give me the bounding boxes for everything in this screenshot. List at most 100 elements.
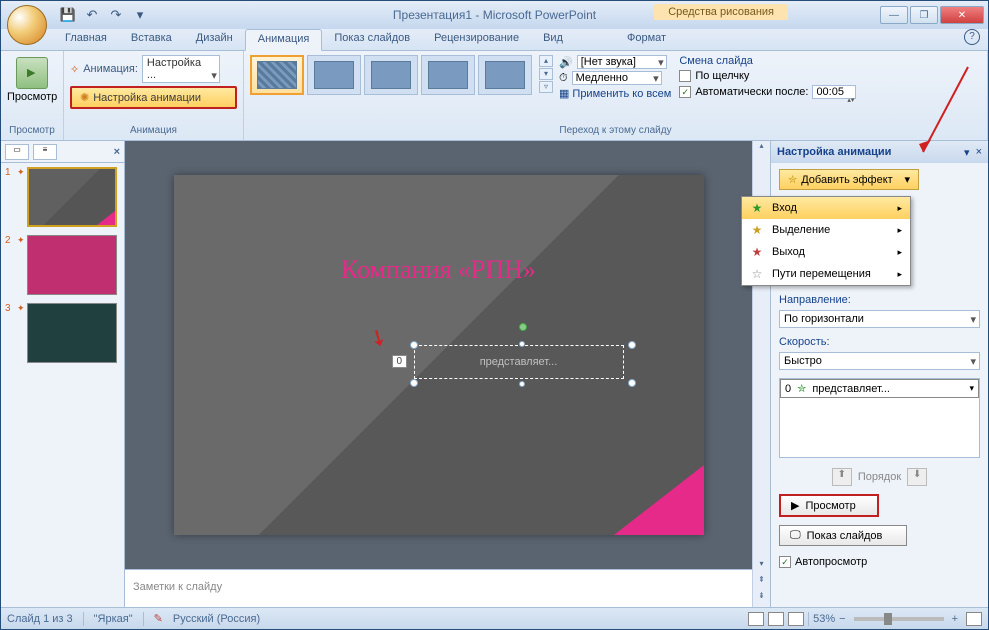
direction-combo[interactable]: По горизонтали (779, 310, 980, 328)
slide-thumbnail[interactable] (27, 167, 117, 227)
tab-review[interactable]: Рецензирование (422, 29, 531, 50)
selection-handle[interactable] (628, 379, 636, 387)
auto-after-time[interactable]: 00:05 (812, 85, 856, 99)
slide[interactable]: Компания «РПН» представляет... 0 ➘ (174, 175, 704, 535)
slide-title-text[interactable]: Компания «РПН» (174, 255, 704, 285)
add-effect-label: Добавить эффект (801, 174, 892, 186)
next-slide-icon[interactable]: ⇟ (753, 591, 770, 607)
move-down-button[interactable]: ⬇ (907, 468, 927, 486)
transition-item[interactable] (307, 55, 361, 95)
slideshow-view-icon[interactable] (788, 612, 804, 626)
slide-canvas[interactable]: Компания «РПН» представляет... 0 ➘ (125, 141, 752, 569)
sorter-view-icon[interactable] (768, 612, 784, 626)
menu-motion-paths[interactable]: ☆ Пути перемещения (742, 263, 910, 285)
custom-animation-button[interactable]: ✺ Настройка анимации (70, 86, 237, 109)
on-click-checkbox[interactable] (679, 70, 691, 82)
help-icon[interactable]: ? (964, 29, 980, 45)
slide-thumbnail[interactable] (27, 303, 117, 363)
thumbnail-row[interactable]: 1 ✦ (5, 167, 120, 227)
tab-format[interactable]: Формат (615, 29, 678, 50)
ribbon: Просмотр Просмотр ✧ Анимация: Настройка … (1, 51, 988, 141)
selection-handle[interactable] (519, 341, 525, 347)
animation-list-item[interactable]: 0 ✮ представляет... (780, 379, 979, 398)
gallery-more-icon[interactable]: ▿ (539, 81, 553, 93)
thumbnail-row[interactable]: 3 ✦ (5, 303, 120, 363)
minimize-button[interactable]: — (880, 6, 908, 24)
animation-order-tag[interactable]: 0 (392, 355, 408, 368)
tab-animation[interactable]: Анимация (245, 29, 323, 51)
selection-handle[interactable] (410, 379, 418, 387)
selection-handle[interactable] (410, 341, 418, 349)
fit-window-icon[interactable] (966, 612, 982, 626)
move-up-button[interactable]: ⬆ (832, 468, 852, 486)
tab-view[interactable]: Вид (531, 29, 575, 50)
notes-pane[interactable]: Заметки к слайду (125, 569, 752, 607)
taskpane-dropdown-icon[interactable]: ▾ (964, 146, 970, 159)
order-label: Порядок (858, 471, 901, 483)
slides-pane-tabs: ▭ ≡ × (1, 141, 124, 163)
taskpane-close-icon[interactable]: × (976, 146, 982, 158)
gallery-down-icon[interactable]: ▾ (539, 68, 553, 80)
zoom-thumb[interactable] (884, 613, 892, 625)
auto-after-checkbox[interactable]: ✓ (679, 86, 691, 98)
animation-combo[interactable]: Настройка ... (142, 55, 220, 83)
anim-speed-combo[interactable]: Быстро (779, 352, 980, 370)
slide-thumbnail[interactable] (27, 235, 117, 295)
slideshow-button[interactable]: 🖵 Показ слайдов (779, 525, 907, 546)
thumbnail-row[interactable]: 2 ✦ (5, 235, 120, 295)
zoom-in-icon[interactable]: + (952, 613, 958, 625)
slide-editor: Компания «РПН» представляет... 0 ➘ (125, 141, 752, 607)
menu-emphasis[interactable]: ★ Выделение (742, 219, 910, 241)
selection-handle[interactable] (519, 381, 525, 387)
transition-item[interactable] (364, 55, 418, 95)
save-icon[interactable]: 💾 (57, 4, 79, 26)
language-label[interactable]: Русский (Россия) (173, 613, 260, 625)
menu-exit[interactable]: ★ Выход (742, 241, 910, 263)
scroll-up-icon[interactable]: ▴ (753, 141, 770, 157)
transition-speed-combo[interactable]: Медленно (572, 71, 662, 85)
redo-icon[interactable]: ↷ (105, 4, 127, 26)
scroll-down-icon[interactable]: ▾ (753, 559, 770, 575)
zoom-slider[interactable] (854, 617, 944, 621)
preview-button[interactable]: Просмотр (7, 55, 57, 103)
maximize-button[interactable]: ❐ (910, 6, 938, 24)
undo-icon[interactable]: ↶ (81, 4, 103, 26)
tab-slideshow[interactable]: Показ слайдов (322, 29, 422, 50)
autopreview-checkbox[interactable]: ✓ (779, 556, 791, 568)
menu-entrance[interactable]: ★ Вход (742, 197, 910, 219)
zoom-percent[interactable]: 53% (813, 613, 835, 625)
apply-all-label: Применить ко всем (572, 88, 671, 100)
apply-to-all-button[interactable]: ▦ Применить ко всем (559, 87, 671, 100)
animation-list[interactable]: 0 ✮ представляет... (779, 378, 980, 458)
normal-view-icon[interactable] (748, 612, 764, 626)
zoom-out-icon[interactable]: − (839, 613, 845, 625)
play-preview-label: Просмотр (805, 500, 855, 512)
sound-combo[interactable]: [Нет звука] (577, 55, 667, 69)
slides-pane-close-icon[interactable]: × (114, 146, 120, 158)
slides-tab-icon[interactable]: ▭ (5, 144, 29, 160)
transition-item[interactable] (421, 55, 475, 95)
gallery-up-icon[interactable]: ▴ (539, 55, 553, 67)
auto-after-label: Автоматически после: (695, 86, 808, 98)
prev-slide-icon[interactable]: ⇞ (753, 575, 770, 591)
office-button[interactable] (7, 5, 47, 45)
slide-subtitle-textbox[interactable]: представляет... (414, 345, 624, 379)
rotation-handle[interactable] (519, 323, 527, 331)
qat-more-icon[interactable]: ▾ (129, 4, 151, 26)
tab-design[interactable]: Дизайн (184, 29, 245, 50)
on-click-label: По щелчку (695, 70, 749, 82)
close-button[interactable]: ✕ (940, 6, 984, 24)
play-preview-button[interactable]: ▶ Просмотр (779, 494, 879, 517)
animate-icon: ✧ (70, 63, 79, 76)
contextual-tab-label: Средства рисования (654, 4, 788, 20)
tab-home[interactable]: Главная (53, 29, 119, 50)
transition-item[interactable] (478, 55, 532, 95)
speed-icon: ⏱ (559, 72, 568, 85)
sound-icon: 🔊 (559, 56, 573, 69)
spellcheck-icon[interactable]: ✎ (154, 612, 163, 625)
outline-tab-icon[interactable]: ≡ (33, 144, 57, 160)
selection-handle[interactable] (628, 341, 636, 349)
add-effect-button[interactable]: ✮ Добавить эффект (779, 169, 919, 190)
tab-insert[interactable]: Вставка (119, 29, 184, 50)
transition-item[interactable] (250, 55, 304, 95)
